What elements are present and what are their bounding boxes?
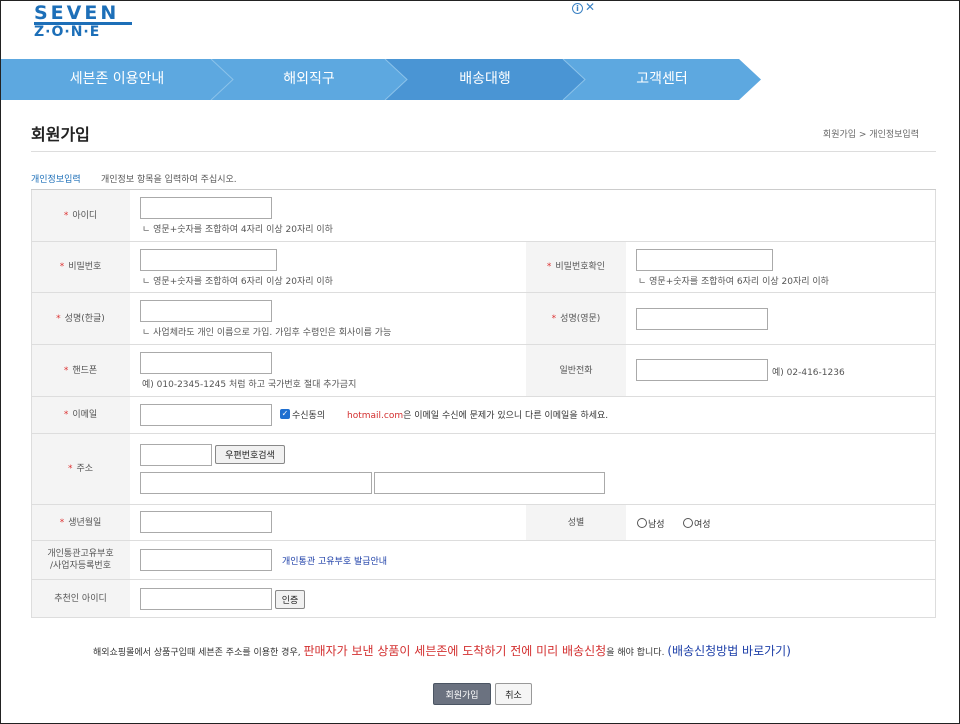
zipcode-search-button[interactable]: 우편번호검색 <box>215 445 285 464</box>
referrer-input[interactable] <box>140 588 272 610</box>
form-row-birth: * 생년월일 성별 남성 여성 <box>31 505 936 541</box>
label-name-en: * 성명(영문) <box>526 293 626 344</box>
label-name-kr: * 성명(한글) <box>31 293 130 344</box>
address-input-1[interactable] <box>140 472 372 494</box>
close-icon[interactable]: ✕ <box>585 0 595 14</box>
email-consent-checkbox[interactable]: ✓ <box>280 409 290 419</box>
title-divider <box>31 151 936 152</box>
nav-item-shipping-agent[interactable]: 배송대행 <box>385 59 585 100</box>
phone-hint: 예) 02-416-1236 <box>772 368 845 378</box>
name-kr-hint: ㄴ 사업체라도 개인 이름으로 가입. 가입후 수령인은 회사이름 가능 <box>142 328 392 338</box>
form-border-right <box>935 190 936 618</box>
mobile-input[interactable] <box>140 352 272 374</box>
customs-code-guide-link[interactable]: 개인통관 고유부호 발급안내 <box>282 554 387 567</box>
label-password-confirm: * 비밀번호확인 <box>526 242 626 292</box>
main-nav: 세븐존 이용안내 해외직구 배송대행 고객센터 <box>1 59 959 100</box>
nav-item-direct-purchase[interactable]: 해외직구 <box>211 59 407 100</box>
mobile-hint: 예) 010-2345-1245 처럼 하고 국가번호 절대 추가금지 <box>142 380 357 390</box>
cancel-button[interactable]: 취소 <box>495 683 532 705</box>
phone-input[interactable] <box>636 359 768 381</box>
label-birth: * 생년월일 <box>31 505 130 540</box>
form-row-email: * 이메일 ✓ 수신동의 hotmail.com은 이메일 수신에 문제가 있으니… <box>31 397 936 434</box>
email-consent-label: 수신동의 <box>292 411 326 421</box>
signup-form: * 아이디 ㄴ 영문+숫자를 조합하여 4자리 이상 20자리 이하 * 비밀번호 … <box>31 189 936 618</box>
label-password: * 비밀번호 <box>31 242 130 292</box>
id-hint: ㄴ 영문+숫자를 조합하여 4자리 이상 20자리 이하 <box>142 225 333 235</box>
form-row-mobile: * 핸드폰 예) 010-2345-1245 처럼 하고 국가번호 절대 추가금지… <box>31 345 936 397</box>
name-kr-input[interactable] <box>140 300 272 322</box>
label-address: * 주소 <box>31 434 130 504</box>
gender-male-label: 남성 <box>648 520 665 530</box>
page-title: 회원가입 <box>31 125 90 144</box>
label-mobile: * 핸드폰 <box>31 345 130 396</box>
gender-male-radio[interactable] <box>637 518 647 528</box>
password-input[interactable] <box>140 249 277 271</box>
label-phone: 일반전화 <box>526 345 626 396</box>
email-input[interactable] <box>140 404 272 426</box>
id-input[interactable] <box>140 197 272 219</box>
gender-female-label: 여성 <box>694 520 711 530</box>
label-id: * 아이디 <box>31 190 130 241</box>
password-hint: ㄴ 영문+숫자를 조합하여 6자리 이상 20자리 이하 <box>142 277 333 287</box>
form-row-name: * 성명(한글) ㄴ 사업체라도 개인 이름으로 가입. 가입후 수령인은 회사이… <box>31 293 936 345</box>
notice-highlight: 판매자가 보낸 상품이 세븐존에 도착하기 전에 미리 배송신청 <box>303 644 607 658</box>
form-row-referrer: 추천인 아이디 인증 <box>31 580 936 618</box>
nav-item-guide[interactable]: 세븐존 이용안내 <box>1 59 233 100</box>
form-row-id: * 아이디 ㄴ 영문+숫자를 조합하여 4자리 이상 20자리 이하 <box>31 190 936 242</box>
password-confirm-hint: ㄴ 영문+숫자를 조합하여 6자리 이상 20자리 이하 <box>638 277 829 287</box>
zipcode-input[interactable] <box>140 444 212 466</box>
form-row-customs: 개인통관고유부호/사업자등록번호 개인통관 고유부호 발급안내 <box>31 541 936 580</box>
form-row-address: * 주소 우편번호검색 <box>31 434 936 505</box>
gender-female-radio[interactable] <box>683 518 693 528</box>
shipping-guide-link[interactable]: (배송신청방법 바로가기) <box>667 644 791 658</box>
join-button[interactable]: 회원가입 <box>433 683 491 705</box>
email-warning: hotmail.com은 이메일 수신에 문제가 있으니 다른 이메일을 하세요… <box>347 411 609 421</box>
birth-input[interactable] <box>140 511 272 533</box>
referrer-verify-button[interactable]: 인증 <box>275 590 305 609</box>
info-icon[interactable]: i <box>572 3 583 14</box>
logo-line-2: Z·O·N·E <box>34 24 101 40</box>
customs-code-input[interactable] <box>140 549 272 571</box>
section-description: 개인정보 항목을 입력하여 주십시오. <box>101 175 237 185</box>
address-input-2[interactable] <box>374 472 605 494</box>
form-row-password: * 비밀번호 ㄴ 영문+숫자를 조합하여 6자리 이상 20자리 이하 * 비밀번호… <box>31 242 936 293</box>
label-gender: 성별 <box>526 505 626 540</box>
password-confirm-input[interactable] <box>636 249 773 271</box>
breadcrumb: 회원가입 > 개인정보입력 <box>822 130 919 140</box>
label-referrer: 추천인 아이디 <box>31 580 130 617</box>
section-label: 개인정보입력 <box>31 175 81 185</box>
form-border-left <box>31 190 32 618</box>
label-email: * 이메일 <box>31 397 130 433</box>
label-customs: 개인통관고유부호/사업자등록번호 <box>31 541 130 579</box>
shipping-notice: 해외쇼핑몰에서 상품구입때 세븐존 주소를 이용한 경우, 판매자가 보낸 상품… <box>93 644 791 658</box>
logo-line-1: SEVEN <box>34 2 120 24</box>
name-en-input[interactable] <box>636 308 768 330</box>
nav-item-customer-center[interactable]: 고객센터 <box>563 59 761 100</box>
logo[interactable]: SEVEN Z·O·N·E <box>34 2 134 40</box>
ad-controls: i ✕ <box>572 0 595 14</box>
